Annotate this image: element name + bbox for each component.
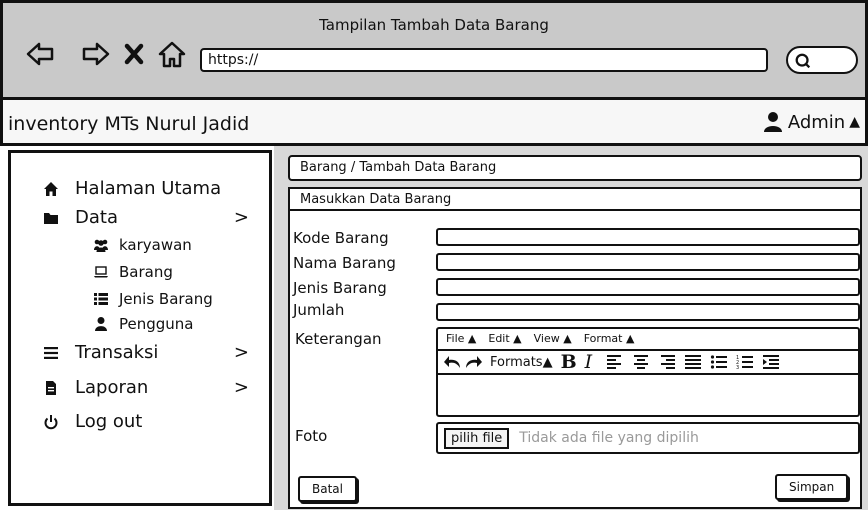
file-icon (41, 378, 61, 398)
search-icon (795, 53, 811, 69)
breadcrumb: Barang / Tambah Data Barang (288, 155, 862, 181)
power-icon (41, 412, 61, 432)
align-justify-icon[interactable] (684, 354, 702, 370)
italic-icon[interactable]: I (585, 351, 593, 373)
user-icon (91, 314, 111, 334)
indent-icon[interactable] (762, 354, 780, 370)
label-jumlah: Jumlah (293, 301, 345, 319)
sidebar-item-karyawan[interactable]: karyawan (91, 235, 192, 255)
editor-menu-edit[interactable]: Edit ▲ (488, 332, 521, 345)
editor-toolbar: Formats▲ B I 123 (438, 349, 858, 375)
bold-icon[interactable]: B (561, 351, 577, 373)
caret-up-icon: ▲ (849, 114, 860, 130)
user-menu[interactable]: Admin ▲ (762, 111, 860, 133)
editor-menubar: File ▲ Edit ▲ View ▲ Format ▲ (446, 332, 634, 345)
choose-file-button[interactable]: pilih file (444, 427, 510, 449)
redo-icon[interactable] (464, 354, 482, 370)
sidebar-item-barang[interactable]: Barang (91, 262, 173, 282)
sidebar: Halaman Utama Data > karyawan Barang Jen… (8, 150, 272, 506)
sidebar-item-data[interactable]: Data > (41, 207, 261, 228)
chevron-right-icon: > (233, 207, 249, 228)
keterangan-editor[interactable]: File ▲ Edit ▲ View ▲ Format ▲ Formats▲ B… (436, 327, 860, 417)
sidebar-item-halaman-utama[interactable]: Halaman Utama (41, 178, 221, 199)
align-center-icon[interactable] (632, 354, 650, 370)
label-kode-barang: Kode Barang (293, 229, 389, 247)
app-title: inventory MTs Nurul Jadid (8, 113, 250, 135)
svg-text:3: 3 (736, 365, 739, 370)
list-icon (91, 289, 111, 309)
home-icon (41, 179, 61, 199)
editor-menu-view[interactable]: View ▲ (534, 332, 572, 345)
forward-arrow-icon[interactable] (80, 38, 112, 70)
simpan-button[interactable]: Simpan (775, 474, 849, 500)
chevron-right-icon: > (233, 342, 249, 363)
bullet-list-icon[interactable] (710, 354, 728, 370)
label-foto: Foto (295, 427, 328, 445)
close-icon[interactable] (118, 38, 150, 70)
label-nama-barang: Nama Barang (293, 254, 396, 272)
window-title: Tampilan Tambah Data Barang (319, 16, 549, 34)
user-icon (763, 112, 782, 132)
search-button[interactable] (786, 46, 858, 74)
laptop-icon (91, 262, 111, 282)
sidebar-item-transaksi[interactable]: Transaksi > (41, 342, 261, 363)
user-name: Admin (787, 111, 846, 133)
label-jenis-barang: Jenis Barang (293, 279, 387, 297)
address-bar[interactable]: https:// (200, 48, 768, 72)
align-left-icon[interactable] (606, 354, 624, 370)
align-right-icon[interactable] (658, 354, 676, 370)
sidebar-item-jenis-barang[interactable]: Jenis Barang (91, 289, 213, 309)
nama-barang-input[interactable] (436, 253, 860, 271)
home-icon[interactable] (156, 38, 188, 70)
editor-menu-file[interactable]: File ▲ (446, 332, 476, 345)
formats-dropdown[interactable]: Formats▲ (490, 355, 553, 370)
numbered-list-icon[interactable]: 123 (736, 354, 754, 370)
file-status: Tidak ada file yang dipilih (519, 430, 699, 446)
menu-icon (41, 343, 61, 363)
sidebar-item-pengguna[interactable]: Pengguna (91, 314, 194, 334)
chevron-right-icon: > (233, 377, 249, 398)
kode-barang-input[interactable] (436, 228, 860, 246)
users-icon (91, 235, 111, 255)
sidebar-item-laporan[interactable]: Laporan > (41, 377, 261, 398)
folder-icon (41, 208, 61, 228)
editor-menu-format[interactable]: Format ▲ (584, 332, 635, 345)
jenis-barang-input[interactable] (436, 278, 860, 296)
label-keterangan: Keterangan (295, 330, 382, 348)
form-heading: Masukkan Data Barang (290, 189, 860, 211)
jumlah-input[interactable] (436, 303, 860, 321)
undo-icon[interactable] (444, 354, 462, 370)
batal-button[interactable]: Batal (298, 476, 357, 502)
foto-file-input[interactable]: pilih file Tidak ada file yang dipilih (436, 422, 860, 454)
sidebar-item-logout[interactable]: Log out (41, 411, 142, 432)
back-arrow-icon[interactable] (24, 38, 56, 70)
